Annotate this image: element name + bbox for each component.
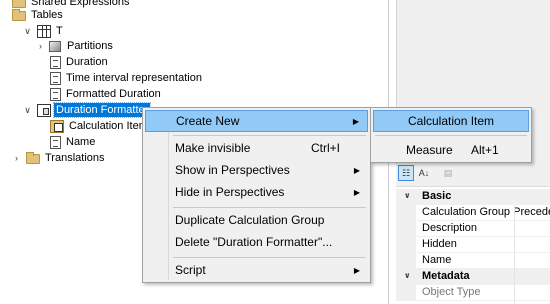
property-row[interactable]: Name <box>396 253 550 269</box>
folder-open-icon <box>12 9 26 21</box>
properties-toolbar: ☷ A↓ ▤ <box>396 160 550 186</box>
calculated-column-icon <box>50 71 61 85</box>
submenu-arrow-icon: ▶ <box>352 116 359 126</box>
tree-node-duration[interactable]: Duration <box>50 54 110 70</box>
tree-node-calculation-item[interactable]: Calculation Item <box>50 118 150 134</box>
submenu-arrow-icon: ▶ <box>353 165 360 175</box>
tree-node-table-t[interactable]: T <box>37 23 65 39</box>
menu-item-show-in-perspectives[interactable]: Show in Perspectives ▶ <box>145 159 368 181</box>
sort-alphabetical-icon[interactable]: A↓ <box>416 165 432 181</box>
menu-item-script[interactable]: Script ▶ <box>145 259 368 281</box>
menu-separator <box>173 135 366 136</box>
submenu-arrow-icon: ▶ <box>353 265 360 275</box>
calculation-item-icon <box>50 119 64 133</box>
tree-node-formatted-duration[interactable]: Formatted Duration <box>50 86 163 102</box>
context-menu: Create New ▶ Make invisible Ctrl+I Show … <box>142 107 371 283</box>
property-category-basic[interactable]: ∨ Basic <box>396 189 550 205</box>
menu-item-hide-in-perspectives[interactable]: Hide in Perspectives ▶ <box>145 181 368 203</box>
tree-node-tables[interactable]: Tables <box>12 7 65 23</box>
collapse-chevron-icon[interactable]: ∨ <box>23 27 32 36</box>
tree-node-duration-formatter[interactable]: Duration Formatter <box>37 102 152 118</box>
property-category-metadata[interactable]: ∨ Metadata <box>396 269 550 285</box>
collapse-chevron-icon[interactable]: ∨ <box>404 271 411 280</box>
property-row[interactable]: Hidden <box>396 237 550 253</box>
tree-node-translations[interactable]: Translations <box>26 150 107 166</box>
menu-item-create-new[interactable]: Create New ▶ <box>145 110 368 132</box>
collapse-chevron-icon[interactable]: ∨ <box>404 191 411 200</box>
menu-separator <box>173 257 366 258</box>
menu-item-measure[interactable]: Measure Alt+1 <box>373 139 529 161</box>
calculated-column-icon <box>50 87 61 101</box>
column-icon <box>50 135 61 149</box>
property-row[interactable]: Description <box>396 221 550 237</box>
tree-node-name[interactable]: Name <box>50 134 97 150</box>
property-pages-icon[interactable]: ▤ <box>440 165 456 181</box>
categorized-view-icon[interactable]: ☷ <box>398 165 414 181</box>
folder-icon <box>26 152 40 164</box>
submenu-arrow-icon: ▶ <box>353 187 360 197</box>
property-row[interactable]: Calculation Group Precede <box>396 205 550 221</box>
column-icon <box>50 55 61 69</box>
partitions-icon <box>49 40 61 52</box>
collapse-chevron-icon[interactable]: ∨ <box>23 106 32 115</box>
expand-chevron-icon[interactable]: › <box>12 154 21 163</box>
calculation-group-icon <box>37 103 51 117</box>
menu-item-duplicate[interactable]: Duplicate Calculation Group <box>145 209 368 231</box>
create-new-submenu: Calculation Item Measure Alt+1 <box>370 107 532 163</box>
table-icon <box>37 24 51 38</box>
menu-separator <box>375 135 527 136</box>
tree-node-time-interval[interactable]: Time interval representation <box>50 70 204 86</box>
property-grid-splitter[interactable] <box>514 205 515 304</box>
menu-item-make-invisible[interactable]: Make invisible Ctrl+I <box>145 137 368 159</box>
tree-node-partitions[interactable]: Partitions <box>48 38 115 54</box>
menu-item-delete[interactable]: Delete "Duration Formatter"... <box>145 231 368 253</box>
menu-item-calculation-item[interactable]: Calculation Item <box>373 110 529 132</box>
property-row[interactable]: Object Type <box>396 285 550 301</box>
expand-chevron-icon[interactable]: › <box>36 42 45 51</box>
property-grid[interactable]: ∨ Basic Calculation Group Precede Descri… <box>396 186 550 304</box>
menu-separator <box>173 207 366 208</box>
